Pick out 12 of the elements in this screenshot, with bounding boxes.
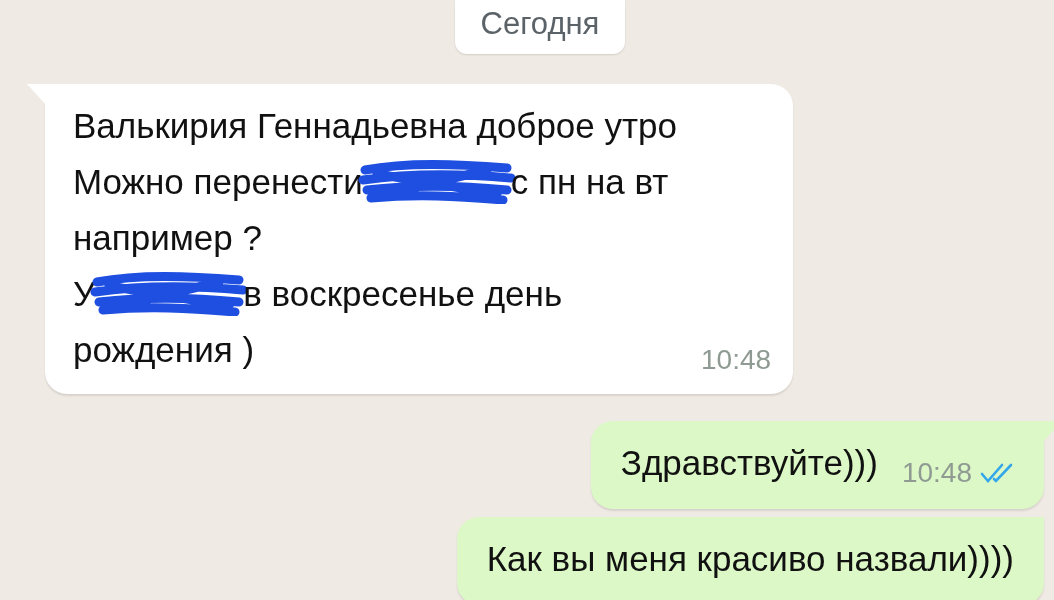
message-time: 10:48 — [701, 344, 772, 376]
message-time: 10:48 — [901, 457, 972, 489]
message-text: Можно перенести — [73, 161, 363, 203]
message-text: Как вы меня красиво назвали)))) — [486, 538, 1014, 580]
message-text: с пн на вт — [510, 161, 669, 203]
message-text: рождения ) — [73, 329, 255, 371]
message-text: Здравствуйте))) — [620, 442, 878, 484]
message-text: например ? — [73, 217, 262, 259]
message-text: Валькирия Геннадьевна доброе утро — [73, 105, 677, 147]
date-chip: Сегодня — [454, 0, 626, 54]
message-text: в воскресенье день — [243, 273, 563, 315]
message-text: У — [73, 273, 96, 315]
